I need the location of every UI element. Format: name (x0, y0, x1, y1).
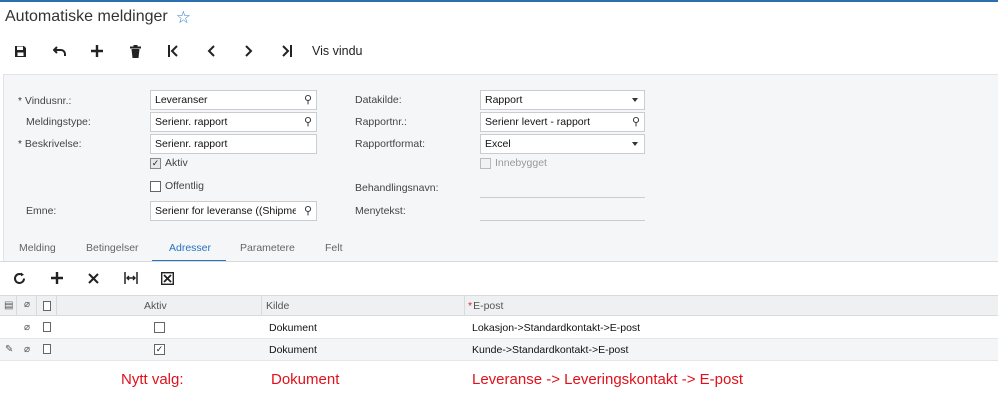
window-no-field[interactable]: Leveranser ⚲ (150, 90, 317, 110)
row-source-cell[interactable]: Dokument (269, 344, 317, 356)
next-record-icon[interactable] (230, 37, 268, 65)
table-row[interactable]: ⌀ Dokument Lokasjon->Standardkontakt->E-… (0, 317, 998, 339)
report-no-field[interactable]: Serienr levert - rapport ⚲ (480, 112, 645, 132)
note-icon[interactable] (43, 344, 51, 354)
view-window-button[interactable]: Vis vindu (312, 44, 363, 58)
checkbox-disabled-icon (480, 157, 491, 169)
window-no-label: * Vindusnr.: (18, 95, 72, 107)
subject-field[interactable]: Serienr for leveranse ((Shipmen ⚲ (150, 201, 317, 221)
delete-icon[interactable] (116, 37, 154, 65)
attachment-icon[interactable]: ⌀ (24, 344, 30, 355)
column-header-email[interactable]: *E-post (468, 300, 503, 312)
undo-icon[interactable] (40, 37, 78, 65)
first-record-icon[interactable] (154, 37, 192, 65)
annotation-source: Dokument (271, 371, 340, 388)
message-type-field[interactable]: Serienr. rapport ⚲ (150, 112, 317, 132)
data-source-select[interactable]: Rapport (480, 90, 645, 110)
grid-toolbar (0, 265, 998, 291)
attachment-icon: ⌀ (24, 299, 31, 310)
row-source-cell[interactable]: Dokument (269, 322, 317, 334)
message-type-label: Meldingstype: (26, 116, 91, 128)
annotation-label: Nytt valg: (121, 371, 184, 388)
row-active-checkbox[interactable] (154, 322, 169, 333)
previous-record-icon[interactable] (192, 37, 230, 65)
description-field[interactable]: Serienr. rapport (150, 134, 317, 154)
row-active-checkbox[interactable]: ✓ (154, 344, 169, 355)
search-icon[interactable]: ⚲ (304, 93, 312, 106)
page-title: Automatiske meldinger (5, 8, 168, 25)
column-header-source[interactable]: Kilde (266, 300, 289, 312)
annotation-email: Leveranse -> Leveringskontakt -> E-post (472, 371, 743, 388)
chevron-down-icon[interactable] (632, 142, 638, 146)
subject-label: Emne: (26, 205, 57, 217)
attachment-icon[interactable]: ⌀ (24, 322, 30, 333)
column-separator (464, 296, 465, 316)
tab-betingelser[interactable]: Betingelser (86, 242, 139, 254)
handler-name-label: Behandlingsnavn: (355, 182, 439, 194)
checkbox-checked-icon[interactable]: ✓ (154, 344, 165, 355)
save-icon[interactable] (0, 37, 40, 65)
pencil-icon: ✎ (5, 344, 14, 355)
description-label: * Beskrivelse: (18, 138, 82, 150)
column-header-active[interactable]: Aktiv (144, 300, 167, 312)
row-email-cell[interactable]: Lokasjon->Standardkontakt->E-post (472, 322, 640, 334)
star-outline-icon[interactable]: ☆ (176, 9, 191, 26)
search-icon[interactable]: ⚲ (632, 115, 640, 128)
note-icon[interactable] (43, 322, 51, 332)
tab-melding[interactable]: Melding (19, 242, 56, 254)
note-icon (43, 301, 51, 311)
search-icon[interactable]: ⚲ (304, 204, 312, 217)
checkbox-empty-icon[interactable] (154, 322, 165, 333)
chevron-down-icon[interactable] (632, 98, 638, 102)
checkbox-empty-icon[interactable] (150, 180, 161, 192)
active-checkbox[interactable]: ✓ Aktiv (150, 157, 188, 169)
title-bar: Automatiske meldinger ☆ (0, 2, 998, 32)
checkbox-checked-icon[interactable]: ✓ (150, 157, 161, 169)
add-icon[interactable] (78, 37, 116, 65)
grid-header: ▤ ⌀ Aktiv Kilde *E-post (0, 295, 998, 316)
search-icon[interactable]: ⚲ (304, 115, 312, 128)
data-source-label: Datakilde: (355, 94, 402, 106)
public-checkbox[interactable]: Offentlig (150, 180, 204, 192)
row-email-cell[interactable]: Kunde->Standardkontakt->E-post (472, 344, 628, 356)
column-separator (261, 296, 262, 316)
tab-parametere[interactable]: Parametere (240, 242, 295, 254)
tab-adresser[interactable]: Adresser (169, 242, 211, 254)
form-panel: * Vindusnr.: Meldingstype: * Beskrivelse: … (3, 74, 998, 262)
grid-settings-icon[interactable]: ▤ (4, 300, 13, 311)
column-separator (56, 296, 57, 316)
main-toolbar: Vis vindu (0, 36, 998, 66)
delete-row-icon[interactable] (75, 266, 112, 290)
report-format-select[interactable]: Excel (480, 134, 645, 154)
column-separator (36, 296, 37, 316)
tab-bar: Melding Betingelser Adresser Parametere … (0, 239, 998, 262)
export-excel-icon[interactable] (149, 266, 186, 290)
refresh-icon[interactable] (0, 266, 38, 290)
menu-text-field[interactable] (480, 220, 645, 221)
report-no-label: Rapportnr.: (355, 116, 407, 128)
handler-name-field[interactable] (480, 197, 645, 198)
fit-columns-icon[interactable] (112, 266, 149, 290)
last-record-icon[interactable] (268, 37, 306, 65)
add-row-icon[interactable] (38, 266, 75, 290)
tab-divider (0, 261, 998, 262)
menu-text-label: Menytekst: (355, 205, 406, 217)
tab-felt[interactable]: Felt (325, 242, 343, 254)
embedded-checkbox[interactable]: Innebygget (480, 157, 547, 169)
table-row[interactable]: ✎ ⌀ ✓ Dokument Kunde->Standardkontakt->E… (0, 339, 998, 361)
report-format-label: Rapportformat: (355, 138, 426, 150)
column-separator (16, 296, 17, 316)
